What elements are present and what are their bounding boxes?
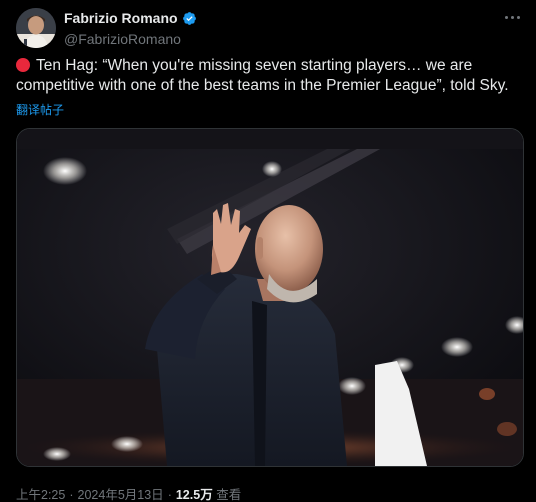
author-avatar[interactable]	[16, 8, 56, 48]
more-options-button[interactable]	[502, 10, 522, 24]
author-handle[interactable]: @FabrizioRomano	[64, 31, 197, 47]
avatar-photo	[16, 8, 56, 48]
more-dot-icon	[504, 15, 508, 19]
tweet-media-photo[interactable]	[16, 128, 524, 467]
display-name[interactable]: Fabrizio Romano	[64, 10, 178, 26]
tweet-body: Ten Hag: “When you're missing seven star…	[16, 56, 526, 96]
views-label: 查看	[216, 488, 242, 502]
name-row: Fabrizio Romano	[64, 9, 197, 27]
tweet-card: Fabrizio Romano @FabrizioRomano Ten Hag:…	[0, 0, 536, 502]
photo-ten-hag-waving	[17, 129, 523, 466]
tweet-meta: 上午2:25 · 2024年5月13日 · 12.5万 查看	[16, 484, 241, 502]
meta-separator: ·	[167, 488, 172, 502]
meta-separator: ·	[69, 488, 74, 502]
translate-post-link[interactable]: 翻译帖子	[16, 101, 64, 118]
tweet-time[interactable]: 上午2:25	[16, 488, 65, 502]
verified-badge-icon	[182, 11, 197, 26]
tweet-text: Ten Hag: “When you're missing seven star…	[16, 57, 509, 94]
red-circle-icon	[16, 58, 30, 72]
author-info: Fabrizio Romano @FabrizioRomano	[64, 9, 197, 47]
more-dot-icon	[516, 15, 520, 19]
tweet-date[interactable]: 2024年5月13日	[78, 488, 164, 502]
more-dot-icon	[510, 15, 514, 19]
views-count: 12.5万	[175, 488, 213, 502]
